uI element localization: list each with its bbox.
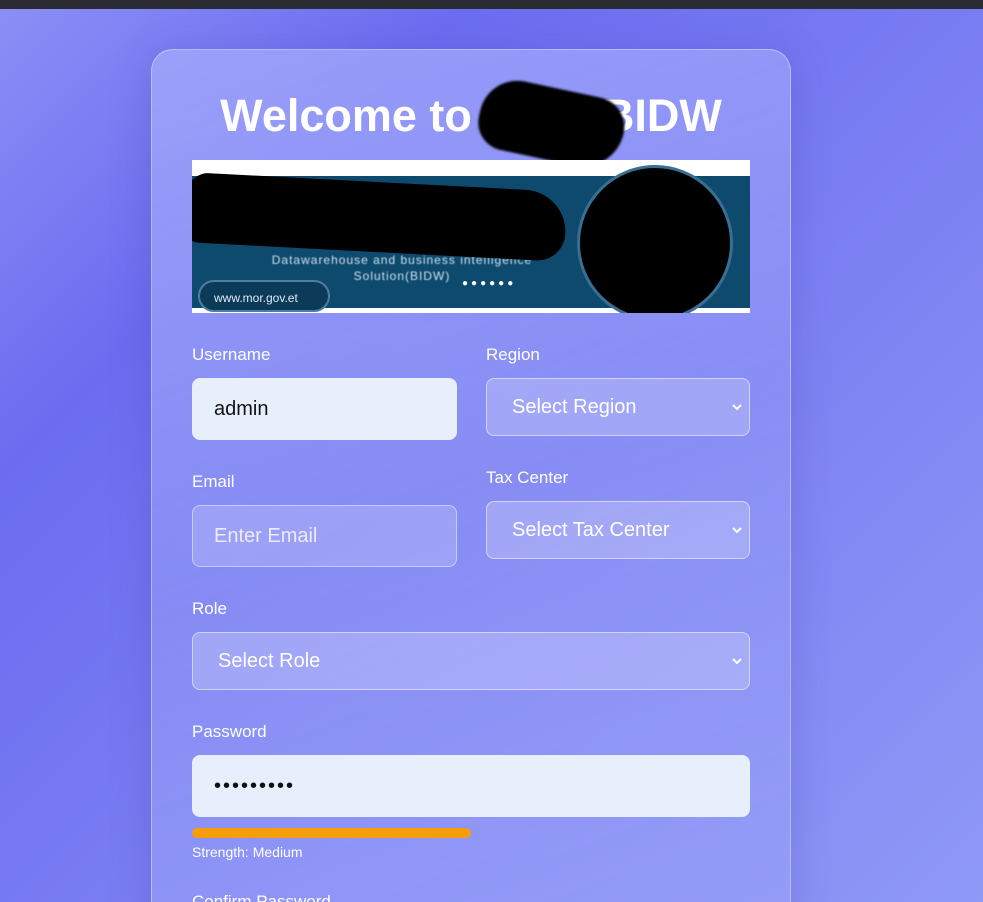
username-label: Username [192, 345, 271, 364]
email-field[interactable]: Enter Email [192, 505, 457, 567]
tax-center-label: Tax Center [486, 468, 569, 487]
password-strength-text: Strength: Medium [192, 844, 303, 860]
chevron-down-icon [732, 404, 742, 411]
banner-url: www.mor.gov.et [198, 280, 330, 312]
role-selected: Select Role [218, 649, 321, 672]
page-title: Welcome to MOR BIDW [220, 90, 722, 141]
region-select[interactable]: Select Region [486, 378, 750, 436]
banner-dots: ●●●●●● [462, 278, 517, 289]
password-value: ••••••••• [214, 774, 296, 797]
username-field[interactable]: admin [192, 378, 457, 440]
role-label: Role [192, 599, 227, 618]
banner-image: Datawarehouse and business intelligence … [192, 160, 750, 313]
email-placeholder: Enter Email [214, 524, 318, 547]
browser-top-bar [0, 0, 983, 9]
password-field[interactable]: ••••••••• [192, 755, 750, 817]
tax-center-select[interactable]: Select Tax Center [486, 501, 750, 559]
username-value: admin [214, 397, 269, 420]
role-select[interactable]: Select Role [192, 632, 750, 690]
region-label: Region [486, 345, 540, 364]
password-label: Password [192, 722, 267, 741]
password-strength-bar [192, 828, 471, 838]
chevron-down-icon [732, 658, 742, 665]
tax-center-selected: Select Tax Center [512, 518, 670, 541]
logo-redacted [577, 165, 733, 313]
registration-card: Welcome to MOR BIDW Datawarehouse and bu… [151, 49, 791, 902]
email-label: Email [192, 472, 235, 491]
chevron-down-icon [732, 527, 742, 534]
region-selected: Select Region [512, 395, 637, 418]
confirm-password-label: Confirm Password [192, 892, 331, 902]
